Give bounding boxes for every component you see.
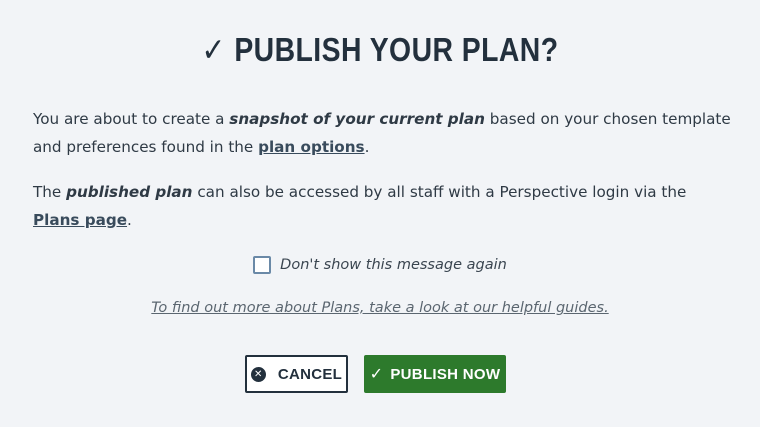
dialog-title-text: PUBLISH YOUR PLAN? bbox=[234, 31, 559, 68]
cancel-button[interactable]: ✕ CANCEL bbox=[245, 355, 348, 393]
plan-options-link[interactable]: plan options bbox=[258, 138, 364, 156]
dont-show-checkbox[interactable] bbox=[253, 256, 272, 274]
plans-page-link[interactable]: Plans page bbox=[33, 211, 127, 229]
intro-paragraph: You are about to create a snapshot of yo… bbox=[33, 110, 731, 156]
snapshot-emphasis: snapshot of your current plan bbox=[229, 110, 485, 128]
publish-label: PUBLISH NOW bbox=[390, 365, 501, 383]
publish-now-button[interactable]: ✓ PUBLISH NOW bbox=[364, 355, 506, 393]
cancel-label: CANCEL bbox=[277, 365, 343, 383]
check-icon: ✓ bbox=[201, 31, 226, 68]
publish-plan-dialog: ✓ PUBLISH YOUR PLAN? You are about to cre… bbox=[0, 0, 760, 427]
helpful-guides-link[interactable]: To find out more about Plans, take a loo… bbox=[0, 300, 760, 316]
check-icon: ✓ bbox=[369, 366, 384, 383]
close-circle-icon: ✕ bbox=[250, 366, 266, 382]
dont-show-row[interactable]: Don't show this message again bbox=[0, 256, 760, 274]
published-plan-emphasis: published plan bbox=[66, 183, 193, 201]
access-paragraph: The published plan can also be accessed … bbox=[33, 183, 687, 229]
dialog-title: ✓ PUBLISH YOUR PLAN? bbox=[53, 30, 707, 69]
dont-show-label[interactable]: Don't show this message again bbox=[280, 257, 507, 273]
